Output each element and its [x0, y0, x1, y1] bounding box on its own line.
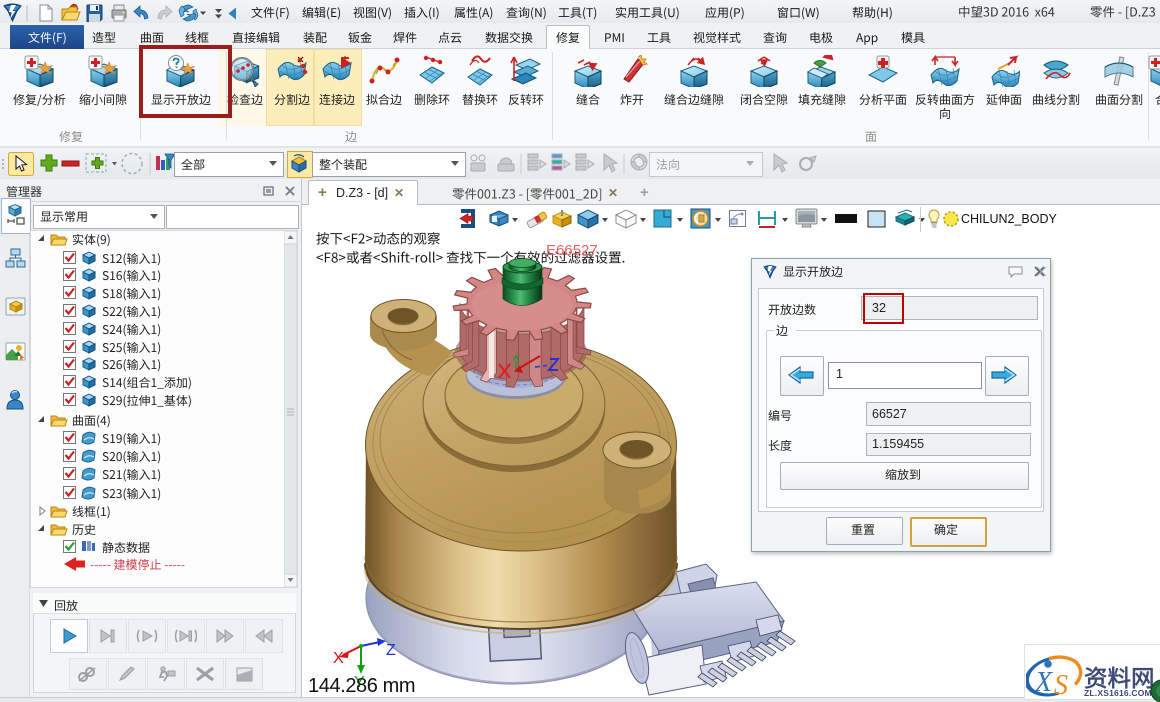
- svg-text:X: X: [1034, 667, 1053, 698]
- svg-text:S: S: [1054, 670, 1068, 700]
- svg-text:Z: Z: [386, 642, 396, 659]
- svg-text:X: X: [333, 650, 344, 667]
